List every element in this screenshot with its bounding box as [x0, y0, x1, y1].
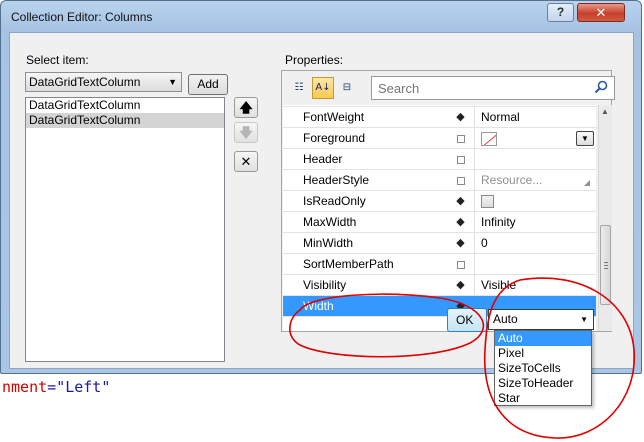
code-attribute: nment — [2, 378, 48, 396]
property-marker-icon[interactable] — [455, 238, 466, 249]
ok-button-label: OK — [456, 313, 474, 327]
property-name: MinWidth — [303, 236, 354, 250]
move-down-button[interactable]: 🡇 — [234, 122, 258, 143]
delete-x-icon: ✕ — [240, 154, 252, 169]
dropdown-option[interactable]: SizeToCells — [495, 361, 591, 376]
dropdown-option[interactable]: Star — [495, 391, 591, 406]
list-item[interactable]: DataGridTextColumn — [26, 113, 224, 128]
search-icon[interactable] — [593, 79, 609, 95]
title-bar[interactable]: Collection Editor: Columns ? ✕ — [1, 1, 641, 33]
code-value: "Left" — [56, 378, 111, 396]
dropdown-option[interactable]: Auto — [495, 331, 591, 346]
property-row-fontweight[interactable]: FontWeight Normal — [283, 107, 596, 128]
property-marker-icon[interactable] — [457, 261, 465, 269]
item-type-combo[interactable]: DataGridTextColumn ▼ — [25, 72, 182, 92]
item-list[interactable]: DataGridTextColumn DataGridTextColumn — [25, 97, 225, 362]
scroll-up-icon[interactable]: ▲ — [601, 107, 609, 116]
ok-button[interactable]: OK — [447, 308, 487, 332]
property-row-maxwidth[interactable]: MaxWidth Infinity — [283, 212, 596, 233]
property-marker-icon[interactable] — [455, 217, 466, 228]
add-button[interactable]: Add — [188, 74, 228, 95]
search-input[interactable] — [376, 79, 586, 97]
code-line: nment="Left" — [2, 378, 110, 396]
property-marker-icon[interactable] — [457, 156, 465, 164]
property-value[interactable]: 0 — [481, 236, 488, 250]
window-title: Collection Editor: Columns — [11, 10, 153, 24]
arrow-up-icon: 🡅 — [239, 100, 253, 115]
property-row-minwidth[interactable]: MinWidth 0 — [283, 233, 596, 254]
resource-corner-icon — [584, 180, 590, 186]
chevron-down-icon: ▼ — [168, 77, 177, 87]
brush-preview-icon — [481, 132, 497, 146]
property-list: FontWeight Normal Foreground ▼ Header — [283, 105, 596, 331]
arrow-down-icon: 🡇 — [239, 125, 253, 140]
property-row-header[interactable]: Header — [283, 149, 596, 170]
code-equals: = — [47, 378, 57, 396]
property-value[interactable]: Normal — [481, 110, 520, 124]
width-combo[interactable]: Auto ▼ — [488, 309, 594, 330]
property-name: Visibility — [303, 278, 347, 292]
property-name: IsReadOnly — [303, 194, 366, 208]
property-name: Width — [303, 299, 334, 313]
property-grid: ☷ A↓ ⊟ FontWeight Normal — [281, 70, 615, 332]
dropdown-option[interactable]: Pixel — [495, 346, 591, 361]
remove-button[interactable]: ✕ — [234, 151, 258, 172]
property-value[interactable]: Visible — [481, 278, 516, 292]
isreadonly-checkbox[interactable] — [481, 195, 494, 208]
select-item-label: Select item: — [26, 53, 89, 67]
brush-dropdown-button[interactable]: ▼ — [576, 131, 594, 146]
property-value[interactable]: Infinity — [481, 215, 516, 229]
width-combo-value: Auto — [493, 312, 518, 326]
width-dropdown-list: Auto Pixel SizeToCells SizeToHeader Star — [494, 330, 592, 406]
property-marker-icon[interactable] — [455, 112, 466, 123]
help-button[interactable]: ? — [547, 3, 574, 22]
dropdown-option[interactable]: SizeToHeader — [495, 376, 591, 391]
property-row-visibility[interactable]: Visibility Visible — [283, 275, 596, 296]
property-marker-icon[interactable] — [457, 135, 465, 143]
property-marker-icon[interactable] — [455, 196, 466, 207]
property-row-foreground[interactable]: Foreground ▼ — [283, 128, 596, 149]
alphabetical-sort-icon[interactable]: A↓ — [312, 77, 334, 99]
property-name: SortMemberPath — [303, 257, 394, 271]
property-pages-icon[interactable]: ⊟ — [336, 77, 358, 99]
property-row-headerstyle[interactable]: HeaderStyle Resource... — [283, 170, 596, 191]
property-row-sortmemberpath[interactable]: SortMemberPath — [283, 254, 596, 275]
categorized-view-icon[interactable]: ☷ — [288, 77, 310, 99]
property-name: HeaderStyle — [303, 173, 370, 187]
property-marker-icon[interactable] — [455, 280, 466, 291]
close-button[interactable]: ✕ — [577, 3, 625, 22]
property-name: FontWeight — [303, 110, 365, 124]
property-name: Foreground — [303, 131, 366, 145]
vertical-scrollbar[interactable]: ▲ — [598, 105, 612, 331]
item-type-combo-value: DataGridTextColumn — [29, 75, 141, 89]
search-box[interactable] — [371, 76, 615, 100]
property-value[interactable]: Resource... — [481, 173, 542, 187]
move-up-button[interactable]: 🡅 — [234, 97, 258, 118]
list-item[interactable]: DataGridTextColumn — [26, 98, 224, 113]
property-marker-icon[interactable] — [457, 177, 465, 185]
chevron-down-icon[interactable]: ▼ — [580, 310, 588, 329]
properties-label: Properties: — [285, 53, 344, 67]
property-toolbar: ☷ A↓ ⊟ — [285, 75, 615, 103]
property-name: Header — [303, 152, 343, 166]
property-name: MaxWidth — [303, 215, 357, 229]
property-row-isreadonly[interactable]: IsReadOnly — [283, 191, 596, 212]
scroll-thumb[interactable] — [600, 225, 611, 305]
